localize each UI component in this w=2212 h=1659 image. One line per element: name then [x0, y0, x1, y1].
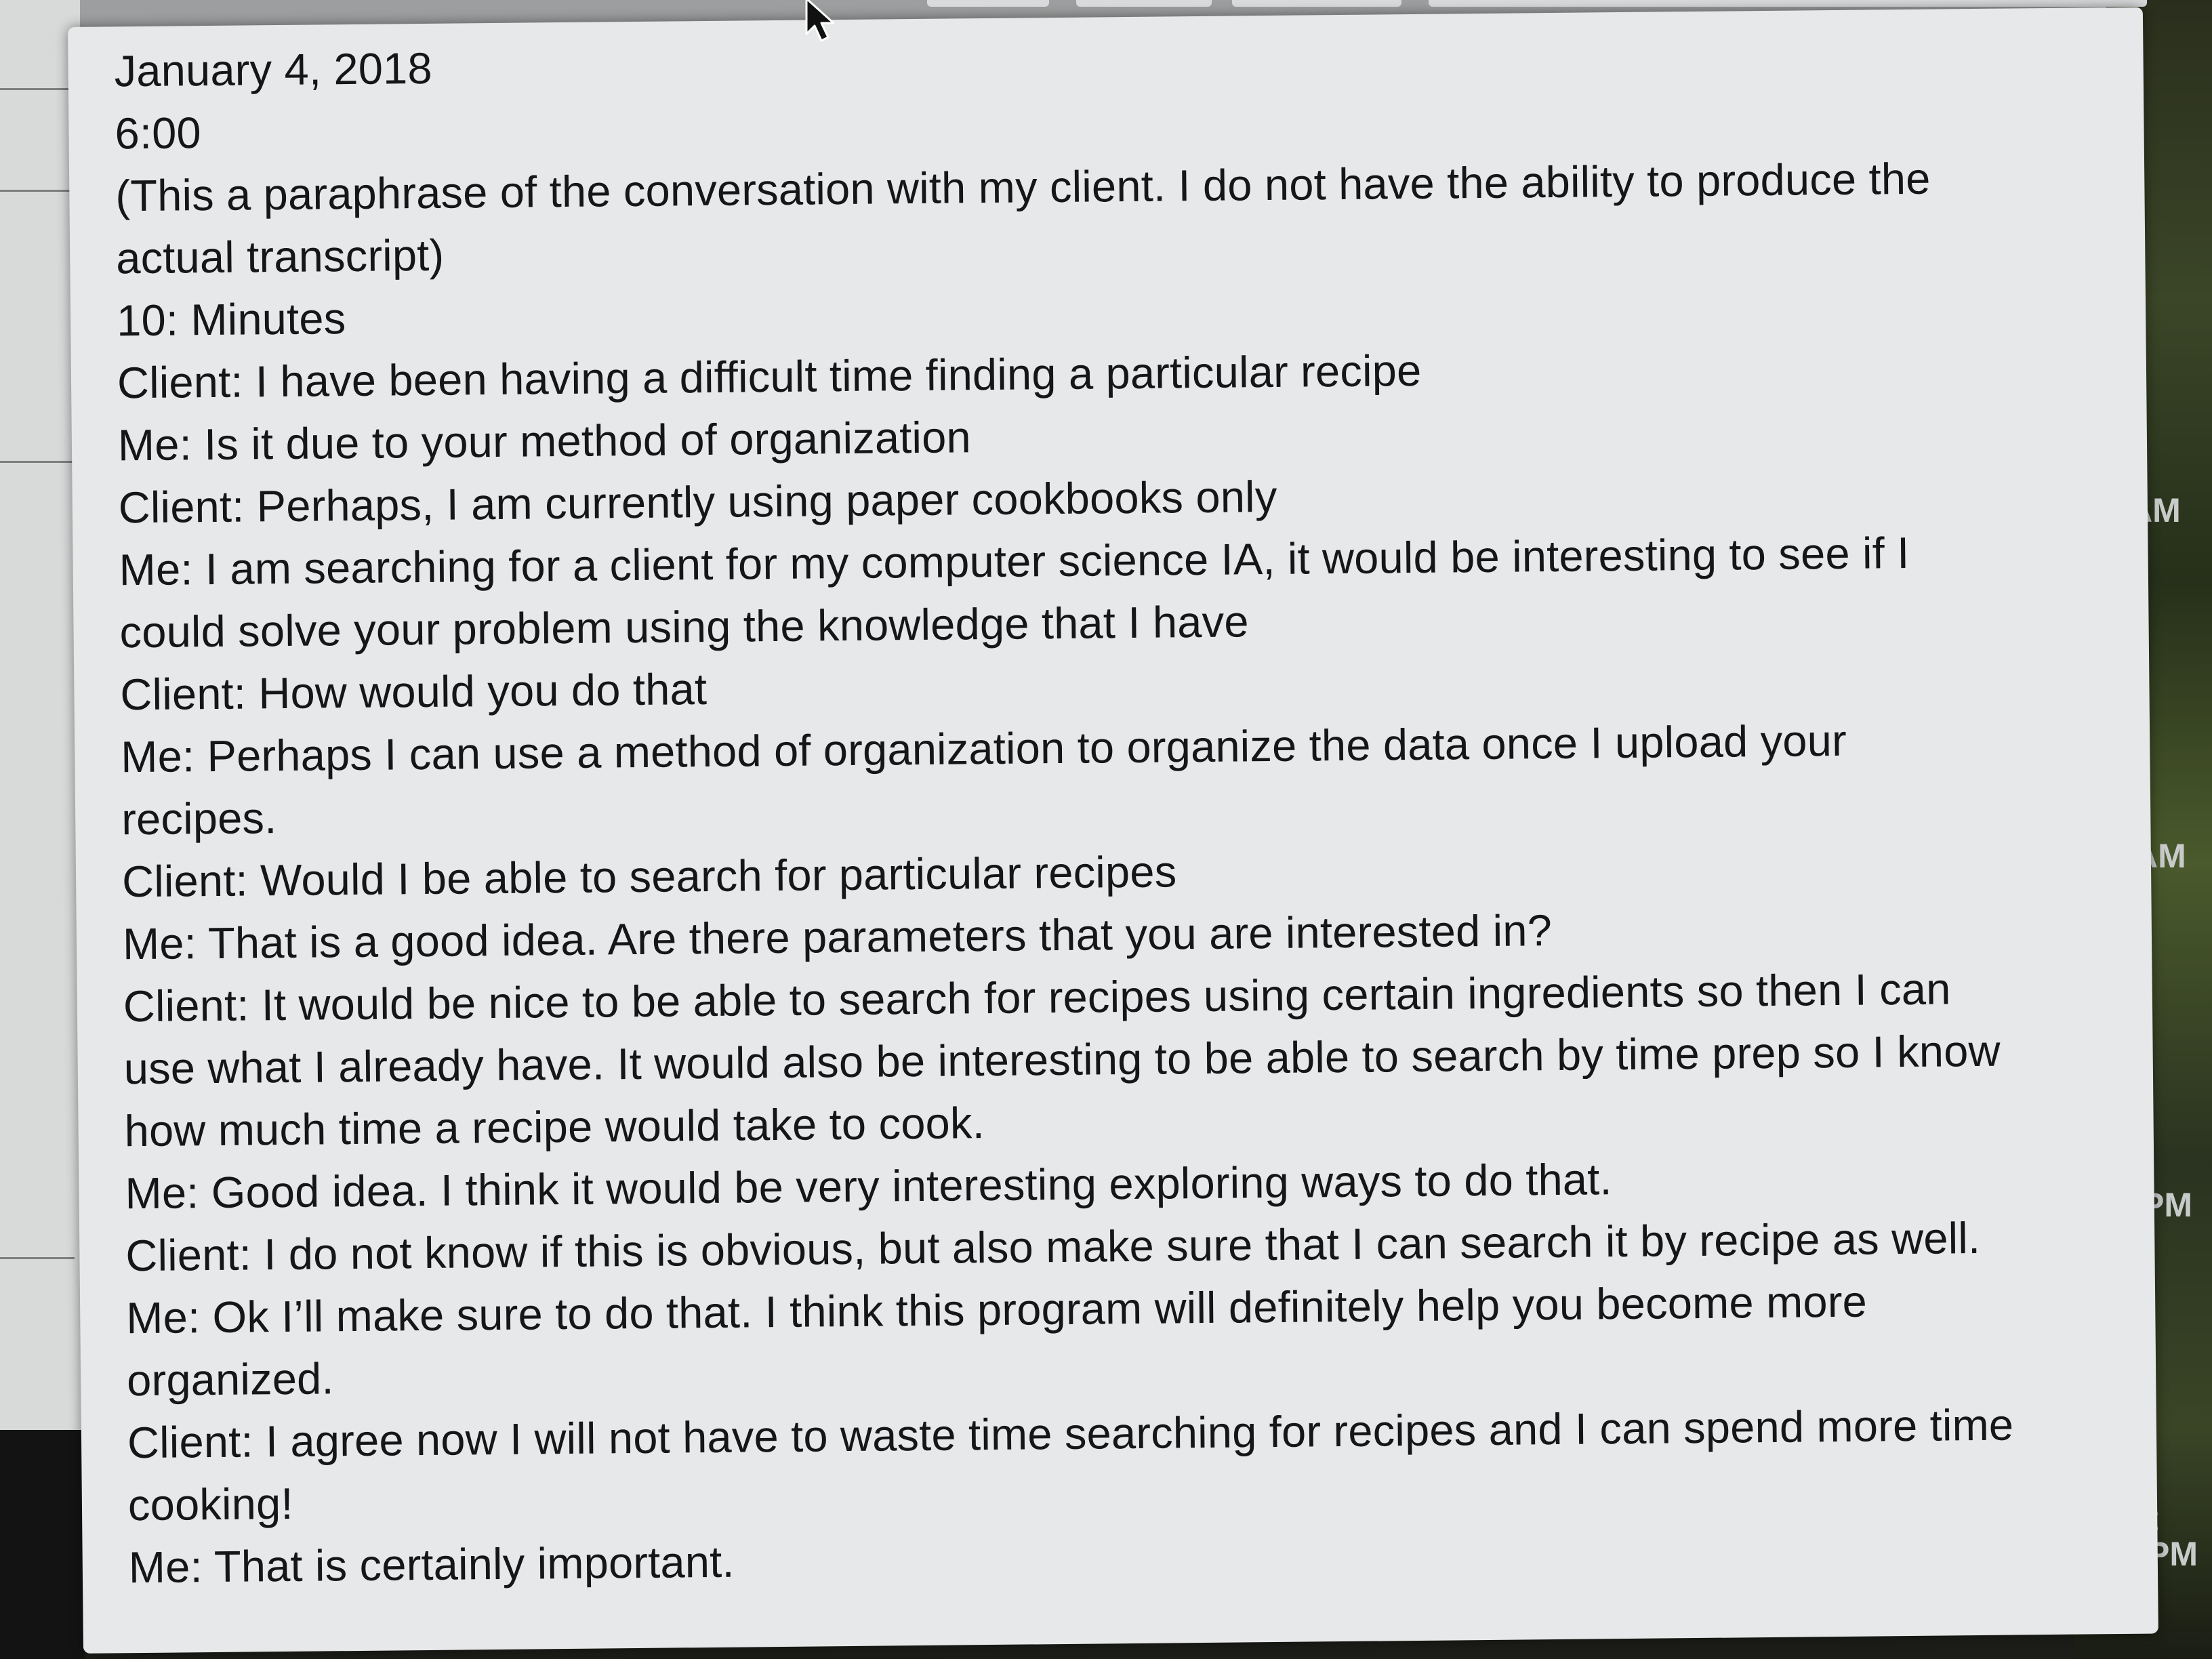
- document-window[interactable]: January 4, 2018 6:00 (This a paraphrase …: [68, 7, 2158, 1654]
- window-row-divider: [0, 1257, 75, 1259]
- arrow-pointer-icon: [805, 0, 835, 42]
- photo-scene: t AM t AM t PM t PM January 4, 2018 6:00…: [0, 0, 2212, 1659]
- toolbar-tab[interactable]: [1076, 0, 1212, 7]
- window-row-divider: [0, 190, 75, 192]
- window-row-divider: [0, 88, 75, 90]
- document-body[interactable]: January 4, 2018 6:00 (This a paraphrase …: [114, 21, 2114, 1599]
- toolbar-tab[interactable]: [1232, 0, 1401, 7]
- desktop-dark-area: [0, 1430, 85, 1659]
- toolbar-tab[interactable]: [1429, 0, 2147, 7]
- toolbar-tab[interactable]: [927, 0, 1049, 7]
- window-row-divider: [0, 461, 75, 463]
